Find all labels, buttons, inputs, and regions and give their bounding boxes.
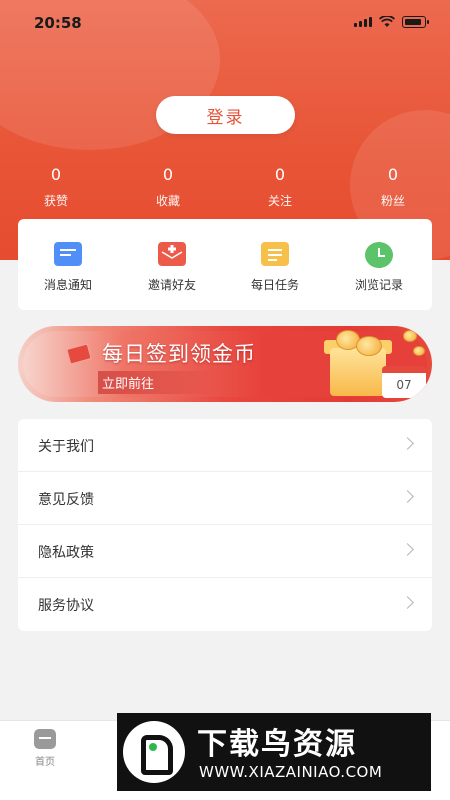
chevron-right-icon: [401, 543, 414, 556]
quick-action-history[interactable]: 浏览记录: [329, 219, 429, 310]
home-icon: [34, 729, 56, 749]
menu-item-label: 服务协议: [38, 598, 94, 614]
menu-item-label: 意见反馈: [38, 492, 94, 508]
chevron-right-icon: [401, 490, 414, 503]
quick-action-label: 每日任务: [250, 278, 299, 292]
stat-value: 0: [274, 165, 286, 184]
quick-action-messages[interactable]: 消息通知: [18, 219, 118, 310]
stat-favorites[interactable]: 0 收藏: [138, 165, 198, 209]
quick-action-label: 消息通知: [43, 278, 92, 292]
stats-row: 0 获赞 0 收藏 0 关注 0 粉丝: [0, 165, 450, 215]
bird-logo-icon: [123, 721, 185, 783]
tab-home[interactable]: 首页: [28, 729, 62, 768]
stat-likes[interactable]: 0 获赞: [26, 165, 86, 209]
watermark-title: 下载鸟资源: [197, 727, 357, 762]
stat-label: 粉丝: [380, 194, 405, 208]
watermark-url: WWW.XIAZAINIAO.COM: [199, 763, 383, 781]
status-icons: [354, 16, 429, 28]
coin-icon: [403, 330, 417, 342]
quick-action-daily-tasks[interactable]: 每日任务: [225, 219, 325, 310]
watermark-overlay: 下载鸟资源 WWW.XIAZAINIAO.COM: [117, 713, 431, 791]
stat-label: 收藏: [155, 194, 180, 208]
daily-checkin-banner[interactable]: 每日签到领金币 立即前往 07: [18, 326, 432, 402]
wifi-icon: [379, 16, 395, 27]
settings-menu: 关于我们 意见反馈 隐私政策 服务协议: [18, 419, 432, 631]
chevron-right-icon: [401, 596, 414, 609]
status-time: 20:58: [34, 14, 82, 32]
quick-action-label: 邀请好友: [147, 278, 196, 292]
quick-action-label: 浏览记录: [354, 278, 403, 292]
battery-icon: [402, 16, 429, 28]
coin-icon: [356, 336, 382, 356]
gift-box-icon: [330, 348, 386, 396]
menu-item-privacy-policy[interactable]: 隐私政策: [18, 525, 432, 578]
quick-actions-card: 消息通知 邀请好友 每日任务 浏览记录: [18, 219, 432, 310]
quick-action-invite[interactable]: 邀请好友: [122, 219, 222, 310]
menu-item-about-us[interactable]: 关于我们: [18, 419, 432, 472]
coin-icon: [413, 346, 425, 356]
login-button[interactable]: 登录: [156, 96, 295, 134]
status-bar: 20:58: [0, 0, 450, 46]
banner-subtitle[interactable]: 立即前往: [98, 371, 215, 394]
task-icon: [261, 242, 289, 266]
stat-fans[interactable]: 0 粉丝: [363, 165, 423, 209]
stat-value: 0: [387, 165, 399, 184]
tab-label: 首页: [35, 757, 55, 768]
stat-following[interactable]: 0 关注: [250, 165, 310, 209]
calendar-icon: 07: [382, 366, 426, 398]
menu-item-label: 隐私政策: [38, 545, 94, 561]
stat-value: 0: [50, 165, 62, 184]
history-icon: [365, 242, 393, 268]
menu-item-feedback[interactable]: 意见反馈: [18, 472, 432, 525]
banner-title: 每日签到领金币: [102, 342, 256, 366]
cellular-signal-icon: [354, 17, 372, 27]
menu-item-label: 关于我们: [38, 439, 94, 455]
stat-label: 获赞: [43, 194, 68, 208]
chevron-right-icon: [401, 437, 414, 450]
stat-value: 0: [162, 165, 174, 184]
stat-label: 关注: [267, 194, 292, 208]
message-icon: [54, 242, 82, 266]
invite-icon: [158, 242, 186, 266]
menu-item-service-agreement[interactable]: 服务协议: [18, 578, 432, 631]
